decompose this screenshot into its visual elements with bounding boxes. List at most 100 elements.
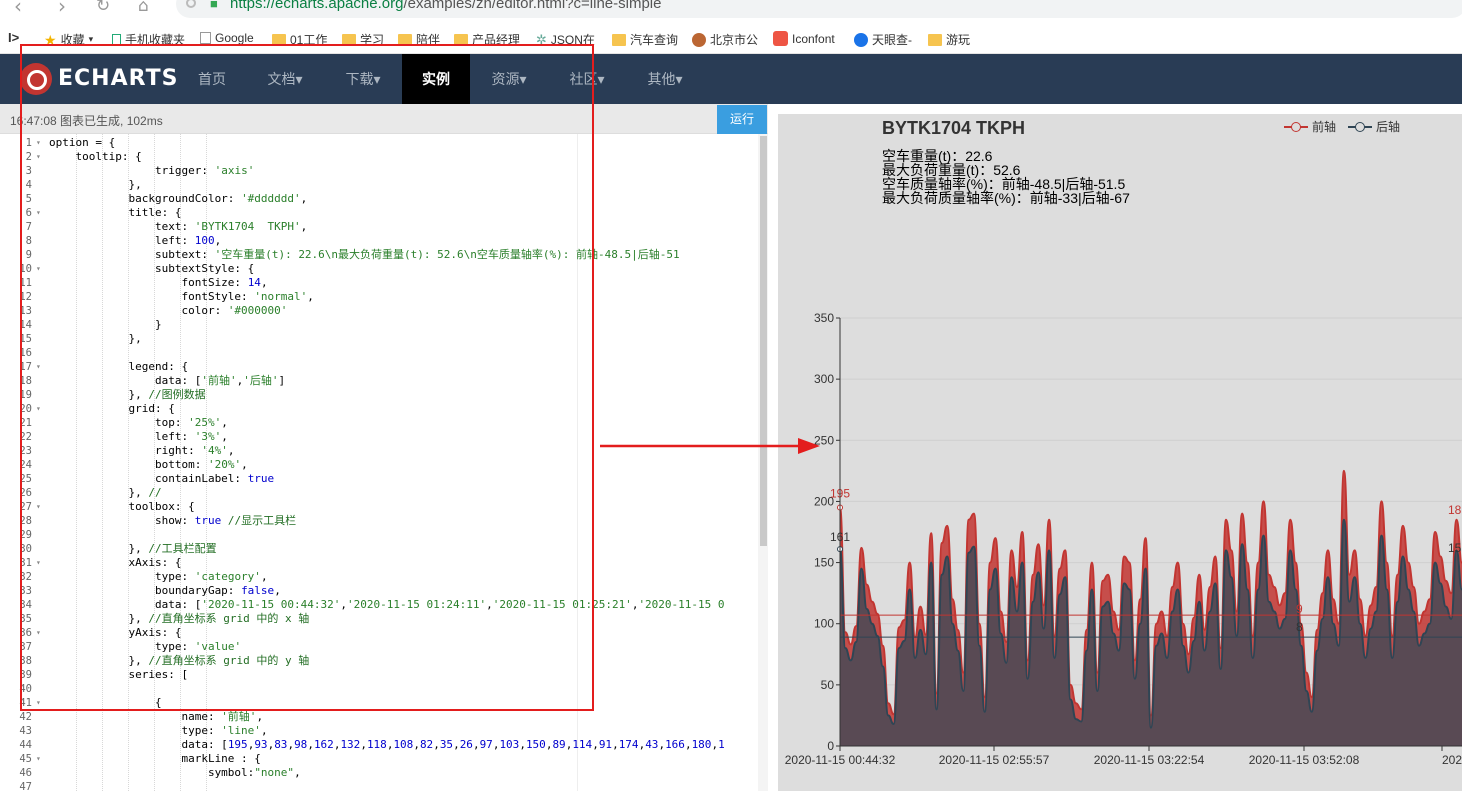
code-text: title: { (49, 206, 182, 219)
bookmark-item-google[interactable]: Google (200, 31, 254, 45)
fold-toggle-icon[interactable]: ▾ (36, 500, 41, 514)
bear-icon (692, 32, 706, 47)
line-number: 21 (19, 417, 32, 429)
bookmark-label: 产品经理 (472, 33, 521, 47)
nav-docs[interactable]: 文档▾ (254, 54, 316, 104)
bookmark-label: 收藏 (60, 33, 85, 47)
iconfont-icon (773, 31, 788, 46)
code-text: series: [ (49, 668, 189, 681)
fold-toggle-icon[interactable]: ▾ (36, 402, 41, 416)
line-number: 19 (19, 389, 32, 401)
code-line: 18 data: ['前轴','后轴'] (0, 374, 760, 388)
code-line: 27 ▾ toolbox: { (0, 500, 760, 514)
bookmark-item-travel[interactable]: 游玩 (928, 31, 970, 48)
bookmark-item-favorites[interactable]: ★ 收藏 ▾ (44, 31, 93, 48)
bookmark-item-json[interactable]: ✲ JSON在 (536, 31, 595, 48)
home-icon[interactable]: ⌂ (138, 0, 149, 16)
code-line: 30 }, //工具栏配置 (0, 542, 760, 556)
run-button[interactable]: 运行 (717, 105, 767, 134)
logo-text[interactable]: ECHARTS (58, 66, 178, 91)
code-line: 3 trigger: 'axis' (0, 164, 760, 178)
code-editor[interactable]: 1 ▾ option = {2 ▾ tooltip: {3 trigger: 'axi… (0, 134, 768, 791)
bookmark-label: 陪伴 (416, 33, 441, 47)
data-label: 9 (1296, 602, 1303, 616)
code-line: 10 ▾ subtextStyle: { (0, 262, 760, 276)
back-icon[interactable]: ‹ (14, 0, 22, 18)
bookmark-item-car[interactable]: 汽车查询 (612, 31, 678, 48)
line-number: 36 (19, 627, 32, 639)
nav-home[interactable]: 首页 (184, 54, 240, 104)
annotation-arrow (600, 438, 820, 454)
fold-toggle-icon[interactable]: ▾ (36, 556, 41, 570)
fold-toggle-icon[interactable]: ▾ (36, 752, 41, 766)
reload-icon[interactable]: ↻ (96, 0, 110, 16)
code-text: }, //图例数据 (49, 388, 206, 401)
chart-preview[interactable]: BYTK1704 TKPH 空车重量(t)：22.6 最大负荷重量(t)：52.… (778, 114, 1462, 791)
folder-icon (272, 33, 286, 46)
nav-download[interactable]: 下载▾ (332, 54, 394, 104)
bookmark-label: 北京市公 (710, 33, 759, 47)
site-header: ECHARTS 首页 文档▾ 下载▾ 实例 资源▾ 社区▾ 其他▾ (0, 54, 1462, 104)
code-line: 14 } (0, 318, 760, 332)
line-number: 42 (19, 711, 32, 723)
editor-status-bar: 16:47:08 图表已生成, 102ms (0, 104, 768, 134)
line-number: 4 (25, 179, 32, 191)
y-tick-label: 300 (814, 372, 834, 386)
nav-resources[interactable]: 资源▾ (478, 54, 540, 104)
bookmark-item-beijing[interactable]: 北京市公 (692, 31, 758, 48)
folder-icon (612, 33, 626, 46)
code-text: }, //直角坐标系 grid 中的 x 轴 (49, 612, 310, 625)
line-number: 35 (19, 613, 32, 625)
editor-scrollbar-thumb[interactable] (760, 136, 767, 546)
code-line: 46 symbol:"none", (0, 766, 760, 780)
nav-community[interactable]: 社区▾ (556, 54, 618, 104)
bookmark-label: Iconfont (792, 31, 835, 46)
fold-toggle-icon[interactable]: ▾ (36, 360, 41, 374)
bookmark-label: Google (215, 31, 254, 45)
fold-toggle-icon[interactable]: ▾ (36, 206, 41, 220)
code-text: text: 'BYTK1704 TKPH', (49, 220, 308, 233)
folder-icon (398, 33, 412, 46)
bookmark-item-iconfont[interactable]: Iconfont (773, 31, 835, 46)
fold-toggle-icon[interactable]: ▾ (36, 626, 41, 640)
nav-examples[interactable]: 实例 (402, 54, 470, 104)
line-number: 30 (19, 543, 32, 555)
bookmark-label: 01工作 (290, 33, 328, 47)
code-text: }, //直角坐标系 grid 中的 y 轴 (49, 654, 310, 667)
nav-more[interactable]: 其他▾ (634, 54, 696, 104)
x-tick-label: 2020-11-15 00:44:32 (785, 753, 896, 767)
y-tick-label: 0 (827, 739, 834, 753)
code-line: 19 }, //图例数据 (0, 388, 760, 402)
echarts-logo-icon[interactable] (20, 63, 52, 95)
fold-toggle-icon[interactable]: ▾ (36, 136, 41, 150)
code-line: 32 type: 'category', (0, 570, 760, 584)
line-number: 25 (19, 473, 32, 485)
bookmark-item-study[interactable]: 学习 (342, 31, 384, 48)
address-url[interactable]: https://echarts.apache.org/examples/zh/e… (230, 0, 662, 12)
line-number: 46 (19, 767, 32, 779)
code-text: { (49, 696, 162, 709)
code-line: 15 }, (0, 332, 760, 346)
bookmark-item-pm[interactable]: 产品经理 (454, 31, 520, 48)
bookmark-item-mobile[interactable]: 手机收藏夹 (112, 31, 185, 48)
sidebar-toggle-icon[interactable]: I> (8, 30, 19, 45)
code-line: 9 subtext: '空车重量(t): 22.6\n最大负荷重量(t): 52… (0, 248, 760, 262)
bookmark-label: 天眼查- (872, 33, 912, 47)
fold-toggle-icon[interactable]: ▾ (36, 150, 41, 164)
line-number: 38 (19, 655, 32, 667)
bookmark-item-company[interactable]: 陪伴 (398, 31, 440, 48)
forward-icon[interactable]: › (58, 0, 66, 18)
folder-icon (454, 33, 468, 46)
bookmark-item-work[interactable]: 01工作 (272, 31, 327, 48)
code-line: 45 ▾ markLine : { (0, 752, 760, 766)
fold-toggle-icon[interactable]: ▾ (36, 696, 41, 710)
fold-toggle-icon[interactable]: ▾ (36, 262, 41, 276)
bookmark-label: 游玩 (946, 33, 971, 47)
line-number: 39 (19, 669, 32, 681)
code-line: 37 type: 'value' (0, 640, 760, 654)
line-number: 33 (19, 585, 32, 597)
bookmark-item-tianyancha[interactable]: 天眼查- (854, 31, 912, 48)
code-text: toolbox: { (49, 500, 195, 513)
line-number: 15 (19, 333, 32, 345)
code-line: 33 boundaryGap: false, (0, 584, 760, 598)
